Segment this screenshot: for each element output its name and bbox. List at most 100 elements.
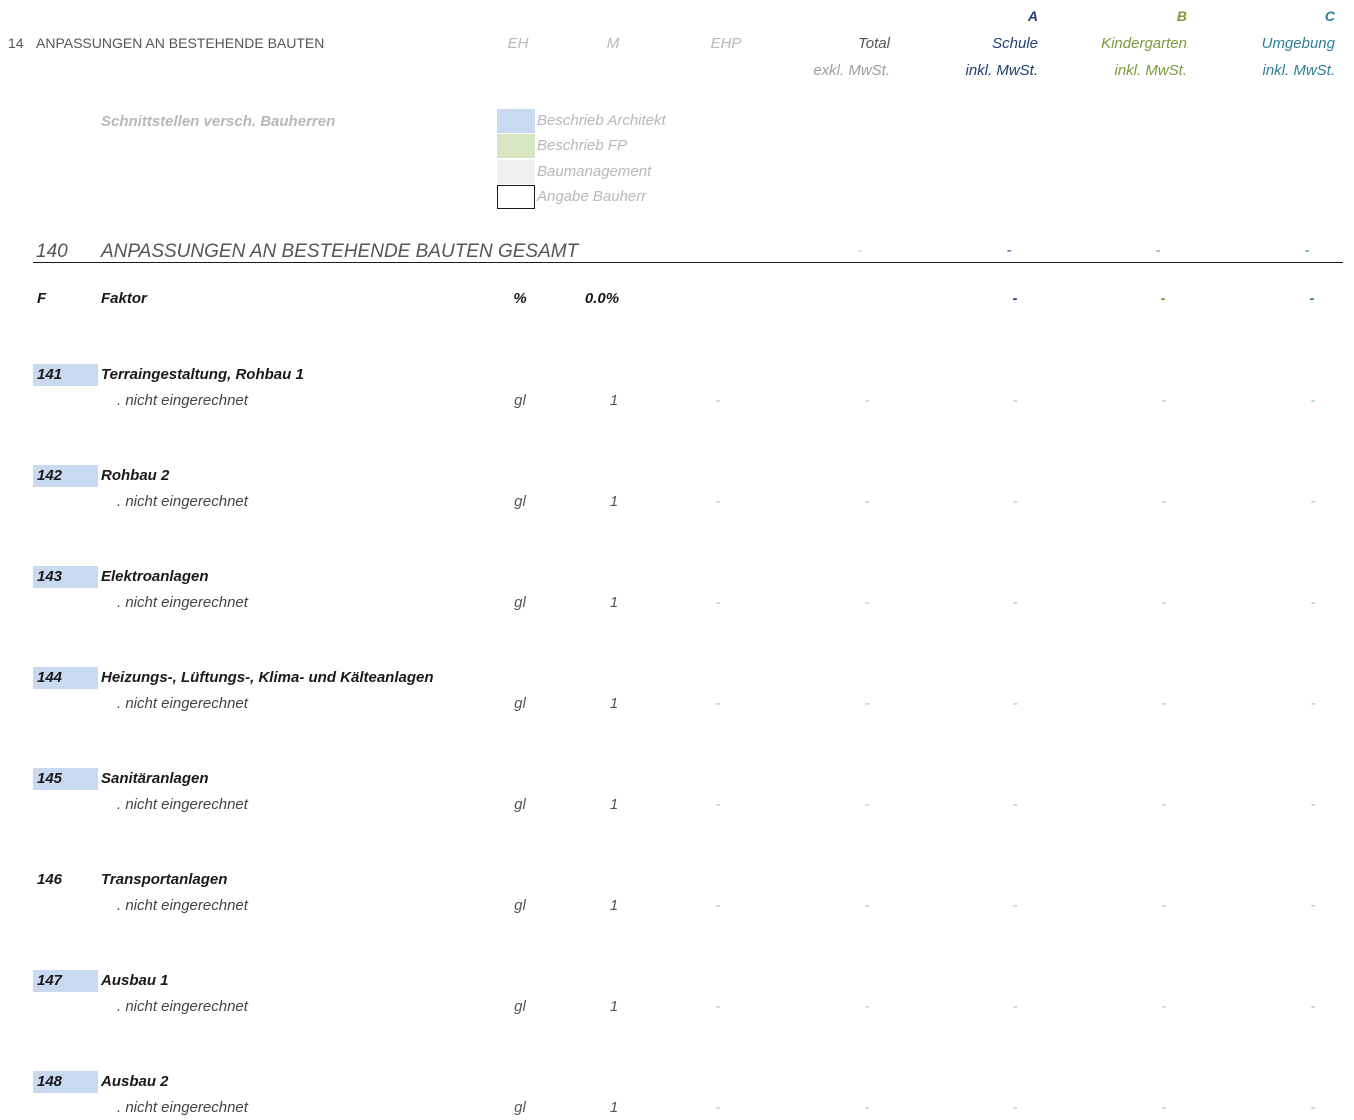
item-total: - [864,1099,870,1116]
item-b: - [1161,594,1167,611]
legend-swatch-fp [497,134,535,158]
item-a: - [1012,897,1018,914]
item-code: 141 [37,366,63,383]
item-c: - [1310,1099,1316,1116]
item-c: - [1310,594,1316,611]
item-c: - [1310,392,1316,409]
item-ehp[interactable]: - [706,493,730,510]
item-quantity[interactable]: 1 [600,594,628,611]
item-a: - [1012,493,1018,510]
factor-row-c: - [1309,290,1315,307]
item-quantity[interactable]: 1 [600,1099,628,1116]
col-header-a-sub: inkl. MwSt. [965,62,1038,79]
col-header-total: Total [858,35,890,52]
factor-row-value[interactable]: 0.0% [572,290,632,307]
item-title: Rohbau 2 [101,467,170,484]
item-quantity[interactable]: 1 [600,695,628,712]
col-header-c-letter: C [1324,8,1335,24]
col-header-a-letter: A [1027,8,1038,24]
item-c: - [1310,493,1316,510]
total-row-c: - [1304,242,1310,259]
item-a: - [1012,594,1018,611]
item-title: Heizungs-, Lüftungs-, Klima- und Kältean… [101,669,434,686]
item-unit: gl [514,594,526,611]
item-unit: gl [514,392,526,409]
item-description: . nicht eingerechnet [117,998,248,1015]
item-description: . nicht eingerechnet [117,594,248,611]
item-ehp[interactable]: - [706,392,730,409]
col-header-ehp: EHP [710,35,742,52]
item-a: - [1012,1099,1018,1116]
item-c: - [1310,998,1316,1015]
item-ehp[interactable]: - [706,695,730,712]
legend-label: Angabe Bauherr [537,188,647,205]
item-a: - [1012,695,1018,712]
item-unit: gl [514,695,526,712]
item-description: . nicht eingerechnet [117,392,248,409]
item-code: 148 [37,1073,63,1090]
item-description: . nicht eingerechnet [117,695,248,712]
legend-swatch-baumanagement [497,160,535,184]
item-unit: gl [514,1099,526,1116]
item-total: - [864,493,870,510]
total-row-label: ANPASSUNGEN AN BESTEHENDE BAUTEN GESAMT [101,241,579,262]
item-quantity[interactable]: 1 [600,796,628,813]
col-header-b-name: Kindergarten [1101,35,1187,52]
legend-label: Beschrieb FP [537,137,628,154]
item-code: 144 [37,669,63,686]
item-quantity[interactable]: 1 [600,493,628,510]
item-unit: gl [514,796,526,813]
col-header-c-sub: inkl. MwSt. [1262,62,1335,79]
item-description: . nicht eingerechnet [117,796,248,813]
item-ehp[interactable]: - [706,796,730,813]
item-c: - [1310,897,1316,914]
legend-swatch-bauherr [497,185,535,209]
item-b: - [1161,392,1167,409]
item-a: - [1012,998,1018,1015]
item-quantity[interactable]: 1 [600,897,628,914]
legend-label: Baumanagement [537,163,652,180]
item-ehp[interactable]: - [706,1099,730,1116]
col-header-b-sub: inkl. MwSt. [1114,62,1187,79]
item-title: Ausbau 2 [101,1073,169,1090]
item-ehp[interactable]: - [706,998,730,1015]
item-description: . nicht eingerechnet [117,1099,248,1116]
col-header-eh: EH [507,35,529,52]
factor-row-a: - [1012,290,1018,307]
item-c: - [1310,695,1316,712]
factor-row-code: F [37,290,47,307]
total-row-b: - [1155,242,1161,259]
total-row-underline [33,262,1343,263]
item-total: - [864,998,870,1015]
item-code: 147 [37,972,63,989]
item-title: Elektroanlagen [101,568,209,585]
item-unit: gl [514,897,526,914]
col-header-total-sub: exkl. MwSt. [813,62,890,79]
factor-row-label: Faktor [101,290,147,307]
item-ehp[interactable]: - [706,594,730,611]
item-b: - [1161,1099,1167,1116]
item-ehp[interactable]: - [706,897,730,914]
item-b: - [1161,493,1167,510]
total-row-a: - [1006,242,1012,259]
item-quantity[interactable]: 1 [600,392,628,409]
col-header-c-name: Umgebung [1261,35,1335,52]
section-title: ANPASSUNGEN AN BESTEHENDE BAUTEN [36,35,325,51]
factor-row-b: - [1160,290,1166,307]
item-title: Ausbau 1 [101,972,169,989]
item-title: Sanitäranlagen [101,770,209,787]
legend-swatch-architekt [497,109,535,133]
item-total: - [864,695,870,712]
item-title: Terraingestaltung, Rohbau 1 [101,366,304,383]
item-unit: gl [514,493,526,510]
item-quantity[interactable]: 1 [600,998,628,1015]
item-code: 146 [37,871,63,888]
item-code: 143 [37,568,63,585]
col-header-a-name: Schule [992,35,1038,52]
item-b: - [1161,695,1167,712]
col-header-m: M [606,35,620,52]
total-row-code: 140 [36,241,68,262]
item-title: Transportanlagen [101,871,228,888]
item-b: - [1161,796,1167,813]
item-total: - [864,594,870,611]
